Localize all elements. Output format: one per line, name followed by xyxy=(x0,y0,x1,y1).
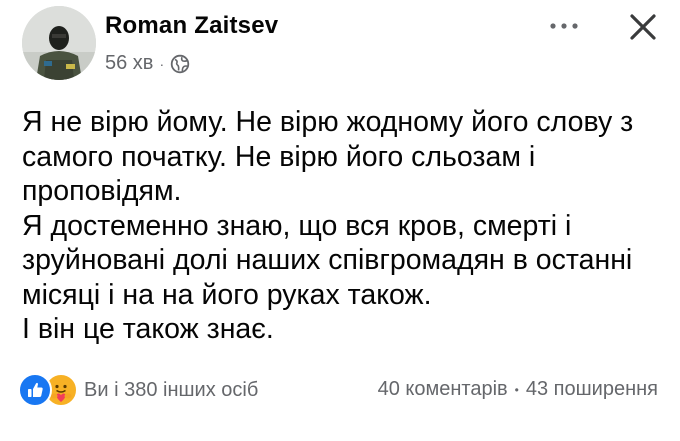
comments-count[interactable]: 40 коментарів xyxy=(378,378,508,401)
avatar-image xyxy=(22,6,96,80)
reactions-summary[interactable]: Ви і 380 інших осіб xyxy=(18,373,258,407)
stats-separator: • xyxy=(514,382,519,397)
more-options-icon xyxy=(550,23,578,29)
like-icon xyxy=(18,373,52,407)
author-name[interactable]: Roman Zaitsev xyxy=(105,12,278,40)
post-card: Roman Zaitsev 56 хв · Я не вірю йому. Не… xyxy=(0,0,680,441)
post-paragraph: Я не вірю йому. Не вірю жодному його сло… xyxy=(22,106,634,207)
close-icon xyxy=(630,14,656,40)
more-options-button[interactable] xyxy=(544,14,584,38)
globe-icon[interactable] xyxy=(170,54,190,74)
post-stats: 40 коментарів • 43 поширення xyxy=(378,378,658,401)
post-paragraph: І він це також знає. xyxy=(22,313,274,345)
close-button[interactable] xyxy=(626,10,660,44)
post-meta: 56 хв · xyxy=(105,52,190,75)
shares-count[interactable]: 43 поширення xyxy=(526,378,658,401)
post-text: Я не вірю йому. Не вірю жодному його сло… xyxy=(22,105,652,347)
avatar[interactable] xyxy=(22,6,96,80)
reactions-count[interactable]: Ви і 380 інших осіб xyxy=(84,379,258,402)
post-paragraph: Я достеменно знаю, що вся кров, смерті і… xyxy=(22,209,633,311)
meta-separator: · xyxy=(159,55,165,72)
post-timestamp[interactable]: 56 хв xyxy=(105,52,153,75)
